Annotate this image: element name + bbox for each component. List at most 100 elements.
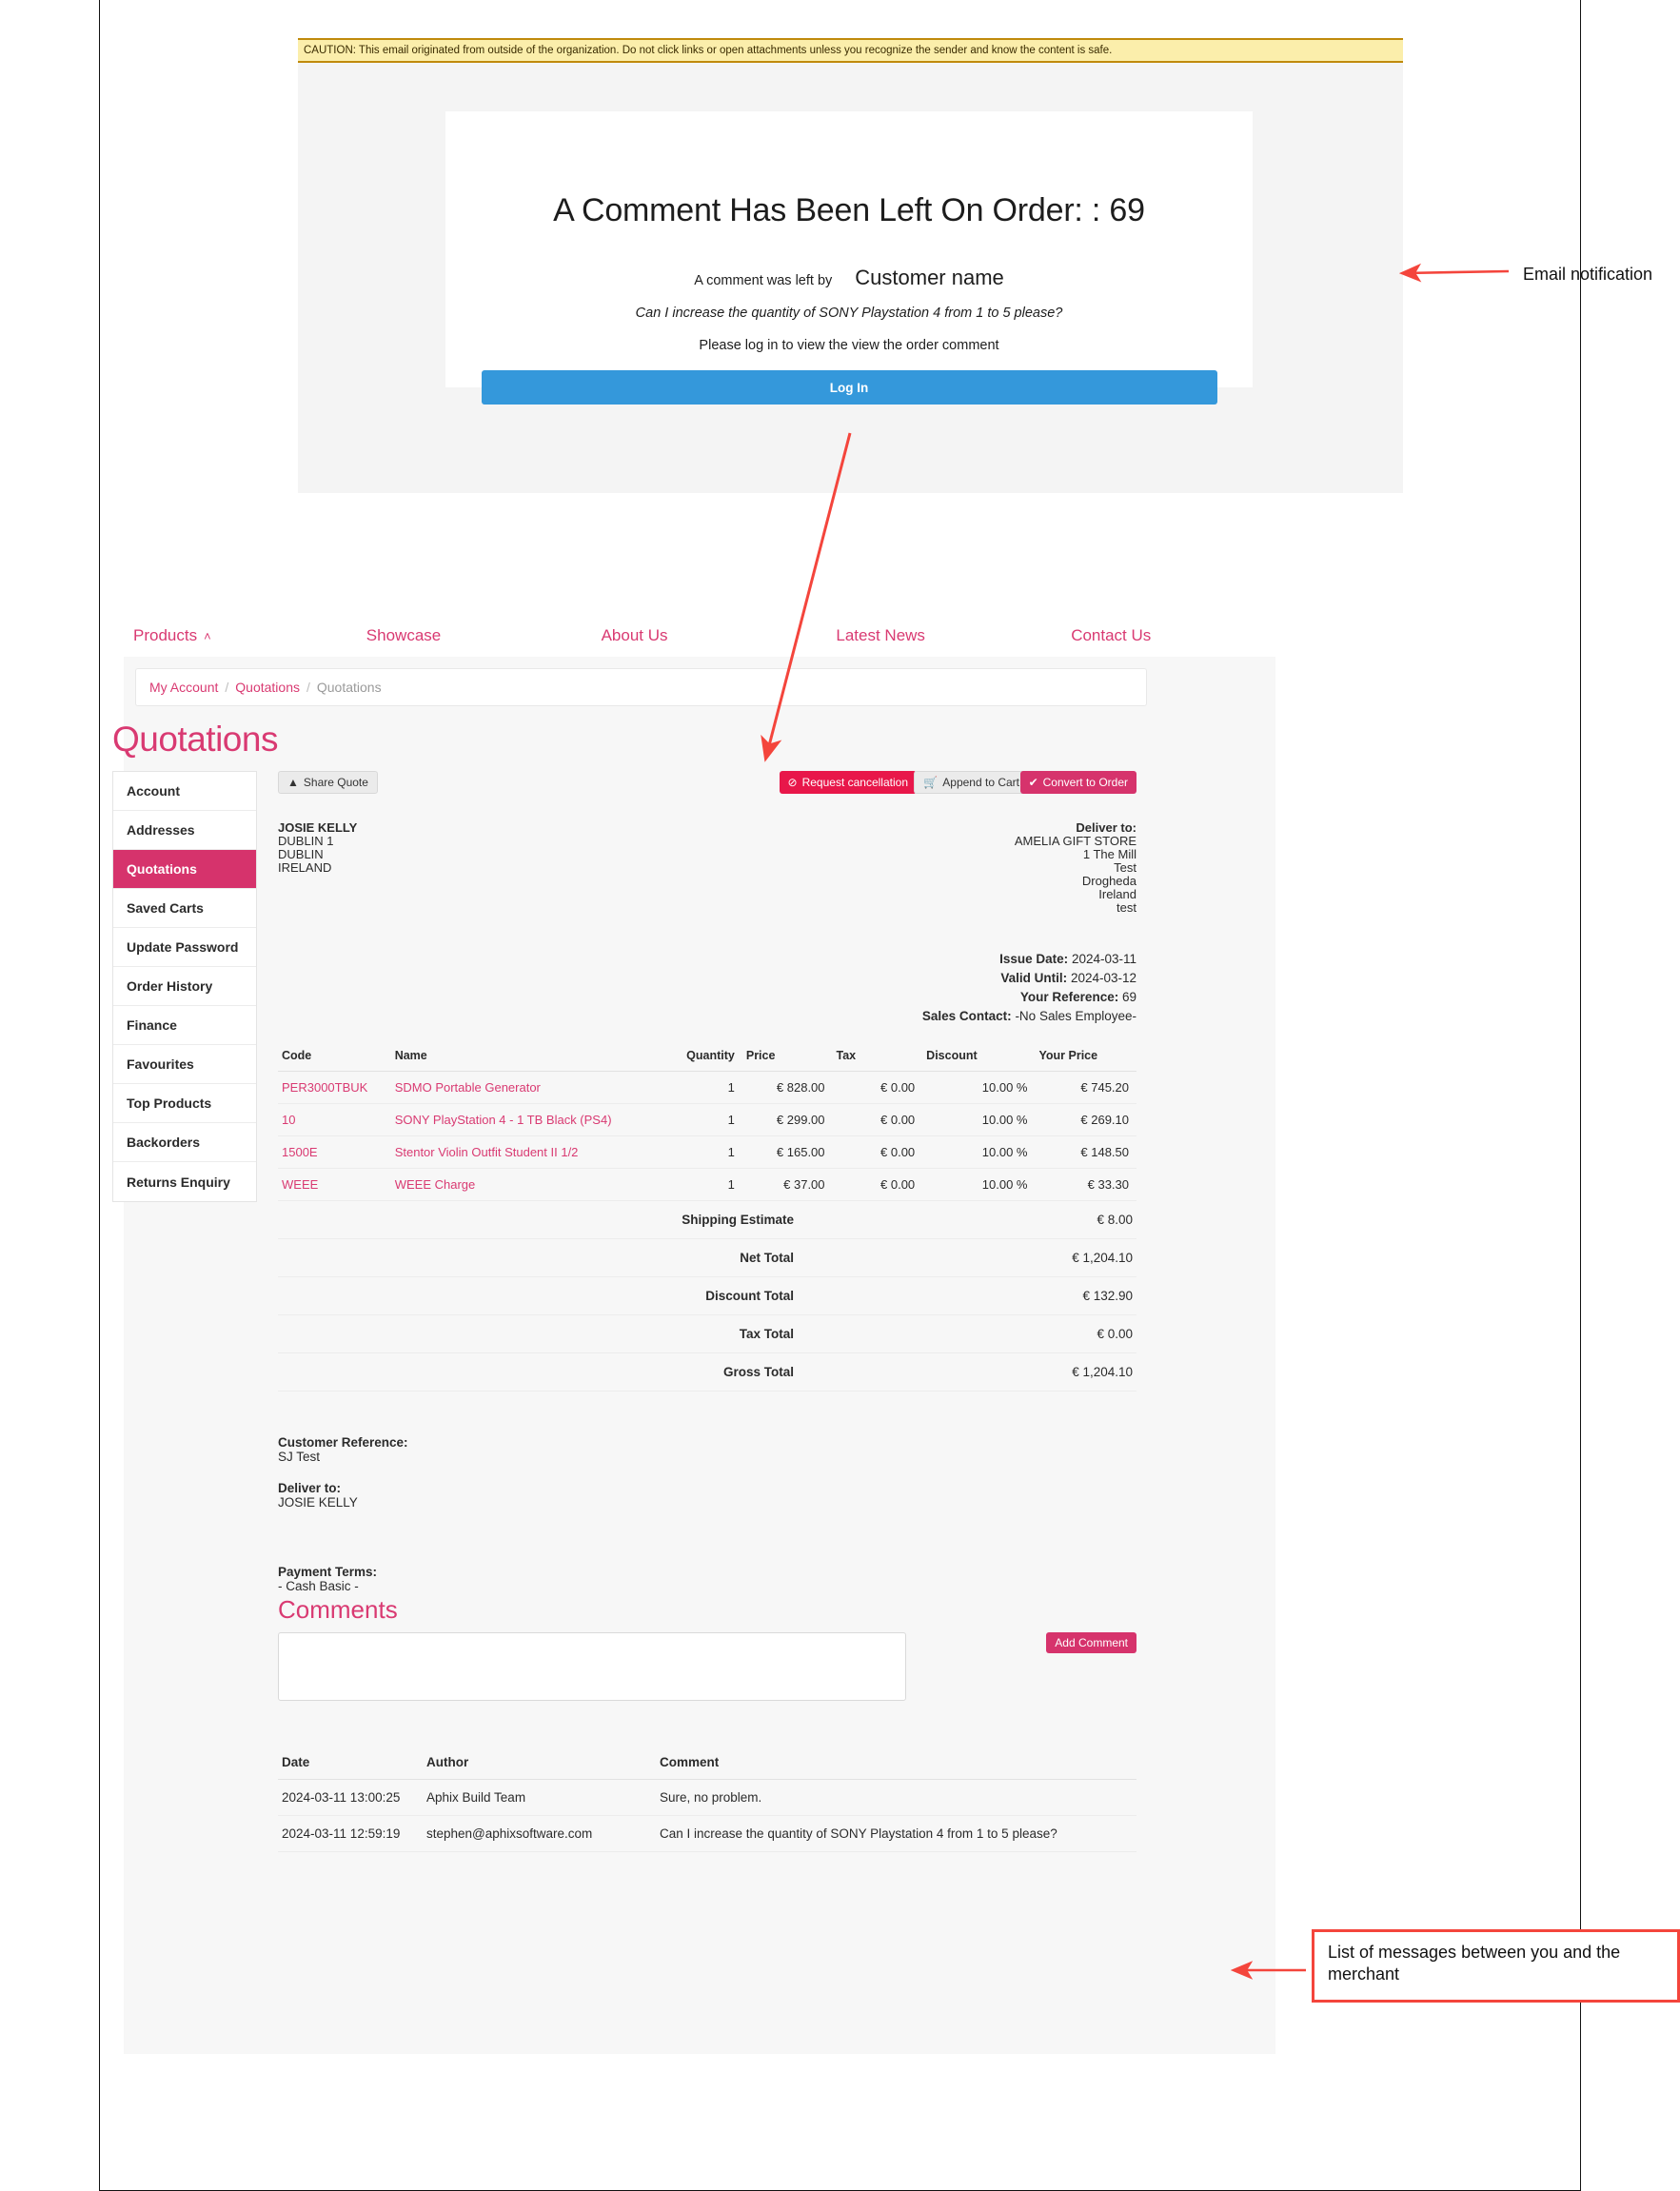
item-quantity: 1	[661, 1168, 742, 1201]
table-row[interactable]: WEEE WEEE Charge 1 € 37.00 € 0.00 10.00 …	[278, 1168, 1136, 1201]
share-quote-label: Share Quote	[303, 776, 368, 789]
meta-sales-contact-value: -No Sales Employee-	[1015, 1009, 1136, 1023]
sidebar-label: Addresses	[127, 822, 195, 838]
table-row: 2024-03-11 12:59:19 stephen@aphixsoftwar…	[278, 1815, 1136, 1852]
meta-your-reference-label: Your Reference:	[1019, 990, 1119, 1004]
nav-item-contact-us[interactable]: Contact Us	[1040, 626, 1275, 645]
nav-link-showcase[interactable]: Showcase	[366, 626, 441, 645]
top-navigation: Products ˄ Showcase About Us Latest News …	[124, 614, 1275, 657]
sidebar-item-update-password[interactable]: Update Password	[113, 928, 256, 967]
item-discount: 10.00 %	[922, 1103, 1036, 1136]
breadcrumb-link-my-account[interactable]: My Account	[149, 680, 218, 695]
sidebar-label: Account	[127, 783, 180, 799]
item-discount: 10.00 %	[922, 1168, 1036, 1201]
request-cancellation-button[interactable]: ⊘ Request cancellation	[779, 771, 917, 794]
comments-header-comment: Comment	[656, 1749, 1136, 1780]
delivery-line-4: Drogheda	[1081, 874, 1136, 888]
email-byline: A comment was left by Customer name	[445, 266, 1253, 290]
comment-input[interactable]	[278, 1632, 906, 1701]
items-header-tax: Tax	[832, 1043, 923, 1072]
table-row[interactable]: PER3000TBUK SDMO Portable Generator 1 € …	[278, 1071, 1136, 1104]
total-value: € 132.90	[1022, 1276, 1136, 1315]
check-icon: ✔	[1028, 776, 1038, 789]
item-name[interactable]: SONY PlayStation 4 - 1 TB Black (PS4)	[390, 1103, 662, 1136]
sidebar-item-backorders[interactable]: Backorders	[113, 1123, 256, 1162]
refs-deliver-to-value: JOSIE KELLY	[278, 1495, 358, 1510]
nav-link-about-us[interactable]: About Us	[602, 626, 668, 645]
customer-reference-label: Customer Reference:	[278, 1435, 408, 1450]
ban-icon: ⊘	[787, 776, 798, 789]
totals-table: Shipping Estimate € 8.00 Net Total € 1,2…	[278, 1201, 1136, 1392]
sidebar-item-favourites[interactable]: Favourites	[113, 1045, 256, 1084]
item-price: € 37.00	[741, 1168, 833, 1201]
sidebar-item-account[interactable]: Account	[113, 772, 256, 811]
breadcrumb-link-quotations[interactable]: Quotations	[235, 680, 300, 695]
totals-row-net: Net Total € 1,204.10	[278, 1238, 1136, 1277]
total-value: € 0.00	[1022, 1314, 1136, 1353]
email-notification-block: CAUTION: This email originated from outs…	[298, 38, 1403, 493]
items-header-row: Code Name Quantity Price Tax Discount Yo…	[278, 1043, 1136, 1072]
sidebar-label: Top Products	[127, 1096, 212, 1111]
meta-valid-until: Valid Until: 2024-03-12	[278, 969, 1136, 988]
sidebar-item-top-products[interactable]: Top Products	[113, 1084, 256, 1123]
items-header-price: Price	[741, 1043, 833, 1072]
item-name[interactable]: Stentor Violin Outfit Student II 1/2	[390, 1135, 662, 1169]
nav-link-contact-us[interactable]: Contact Us	[1071, 626, 1151, 645]
meta-valid-until-label: Valid Until:	[1000, 971, 1068, 985]
table-row[interactable]: 10 SONY PlayStation 4 - 1 TB Black (PS4)…	[278, 1103, 1136, 1136]
item-your-price: € 269.10	[1035, 1103, 1136, 1136]
meta-issue-date-value: 2024-03-11	[1071, 952, 1136, 966]
sidebar-item-saved-carts[interactable]: Saved Carts	[113, 889, 256, 928]
deliver-to-label: Deliver to:	[1076, 820, 1136, 835]
quotation-detail: ▲ Share Quote ⊘ Request cancellation 🛒 A…	[278, 771, 1136, 1852]
convert-to-order-button[interactable]: ✔ Convert to Order	[1019, 771, 1136, 794]
nav-link-products[interactable]: Products ˄	[133, 626, 211, 645]
line-items-table: Code Name Quantity Price Tax Discount Yo…	[278, 1043, 1136, 1201]
comment-text: Can I increase the quantity of SONY Play…	[656, 1815, 1136, 1852]
caution-banner: CAUTION: This email originated from outs…	[298, 38, 1403, 63]
payment-terms-value: - Cash Basic -	[278, 1579, 359, 1593]
delivery-line-1: AMELIA GIFT STORE	[1014, 834, 1136, 848]
item-code[interactable]: 10	[278, 1103, 391, 1136]
item-name[interactable]: SDMO Portable Generator	[390, 1071, 662, 1104]
annotation-label-email: Email notification	[1523, 265, 1653, 284]
login-button[interactable]: Log In	[481, 370, 1217, 405]
comments-header-row: Date Author Comment	[278, 1749, 1136, 1780]
comment-date: 2024-03-11 13:00:25	[278, 1779, 423, 1816]
sidebar-item-quotations[interactable]: Quotations	[113, 850, 256, 889]
nav-item-latest-news[interactable]: Latest News	[805, 626, 1040, 645]
item-code[interactable]: 1500E	[278, 1135, 391, 1169]
item-code[interactable]: WEEE	[278, 1168, 391, 1201]
refs-deliver-to-label: Deliver to:	[278, 1481, 342, 1495]
items-header-quantity: Quantity	[661, 1043, 742, 1072]
sidebar-item-returns-enquiry[interactable]: Returns Enquiry	[113, 1162, 256, 1201]
sidebar-item-addresses[interactable]: Addresses	[113, 811, 256, 850]
items-header-discount: Discount	[922, 1043, 1036, 1072]
meta-valid-until-value: 2024-03-12	[1070, 971, 1136, 985]
email-card: A Comment Has Been Left On Order: : 69 A…	[445, 111, 1253, 405]
nav-item-about-us[interactable]: About Us	[571, 626, 806, 645]
nav-link-latest-news[interactable]: Latest News	[836, 626, 925, 645]
breadcrumb: My Account / Quotations / Quotations	[135, 668, 1147, 706]
nav-item-showcase[interactable]: Showcase	[338, 626, 571, 645]
nav-label-products: Products	[133, 625, 198, 644]
append-to-cart-button[interactable]: 🛒 Append to Cart	[914, 771, 1029, 794]
item-name[interactable]: WEEE Charge	[390, 1168, 662, 1201]
nav-item-products[interactable]: Products ˄	[124, 626, 338, 645]
add-comment-button[interactable]: Add Comment	[1046, 1632, 1136, 1653]
total-value: € 1,204.10	[1022, 1352, 1136, 1392]
delivery-line-3: Test	[1114, 860, 1136, 875]
address-row: JOSIE KELLY DUBLIN 1 DUBLIN IRELAND Deli…	[278, 821, 1136, 921]
billing-line-3: IRELAND	[278, 860, 332, 875]
item-tax: € 0.00	[832, 1168, 923, 1201]
request-cancellation-label: Request cancellation	[801, 776, 908, 789]
item-code[interactable]: PER3000TBUK	[278, 1071, 391, 1104]
share-quote-button[interactable]: ▲ Share Quote	[278, 771, 378, 794]
comments-header-author: Author	[423, 1749, 656, 1780]
item-tax: € 0.00	[832, 1135, 923, 1169]
comment-text: Sure, no problem.	[656, 1779, 1136, 1816]
meta-issue-date: Issue Date: 2024-03-11	[278, 950, 1136, 969]
table-row[interactable]: 1500E Stentor Violin Outfit Student II 1…	[278, 1135, 1136, 1169]
sidebar-item-order-history[interactable]: Order History	[113, 967, 256, 1006]
sidebar-item-finance[interactable]: Finance	[113, 1006, 256, 1045]
